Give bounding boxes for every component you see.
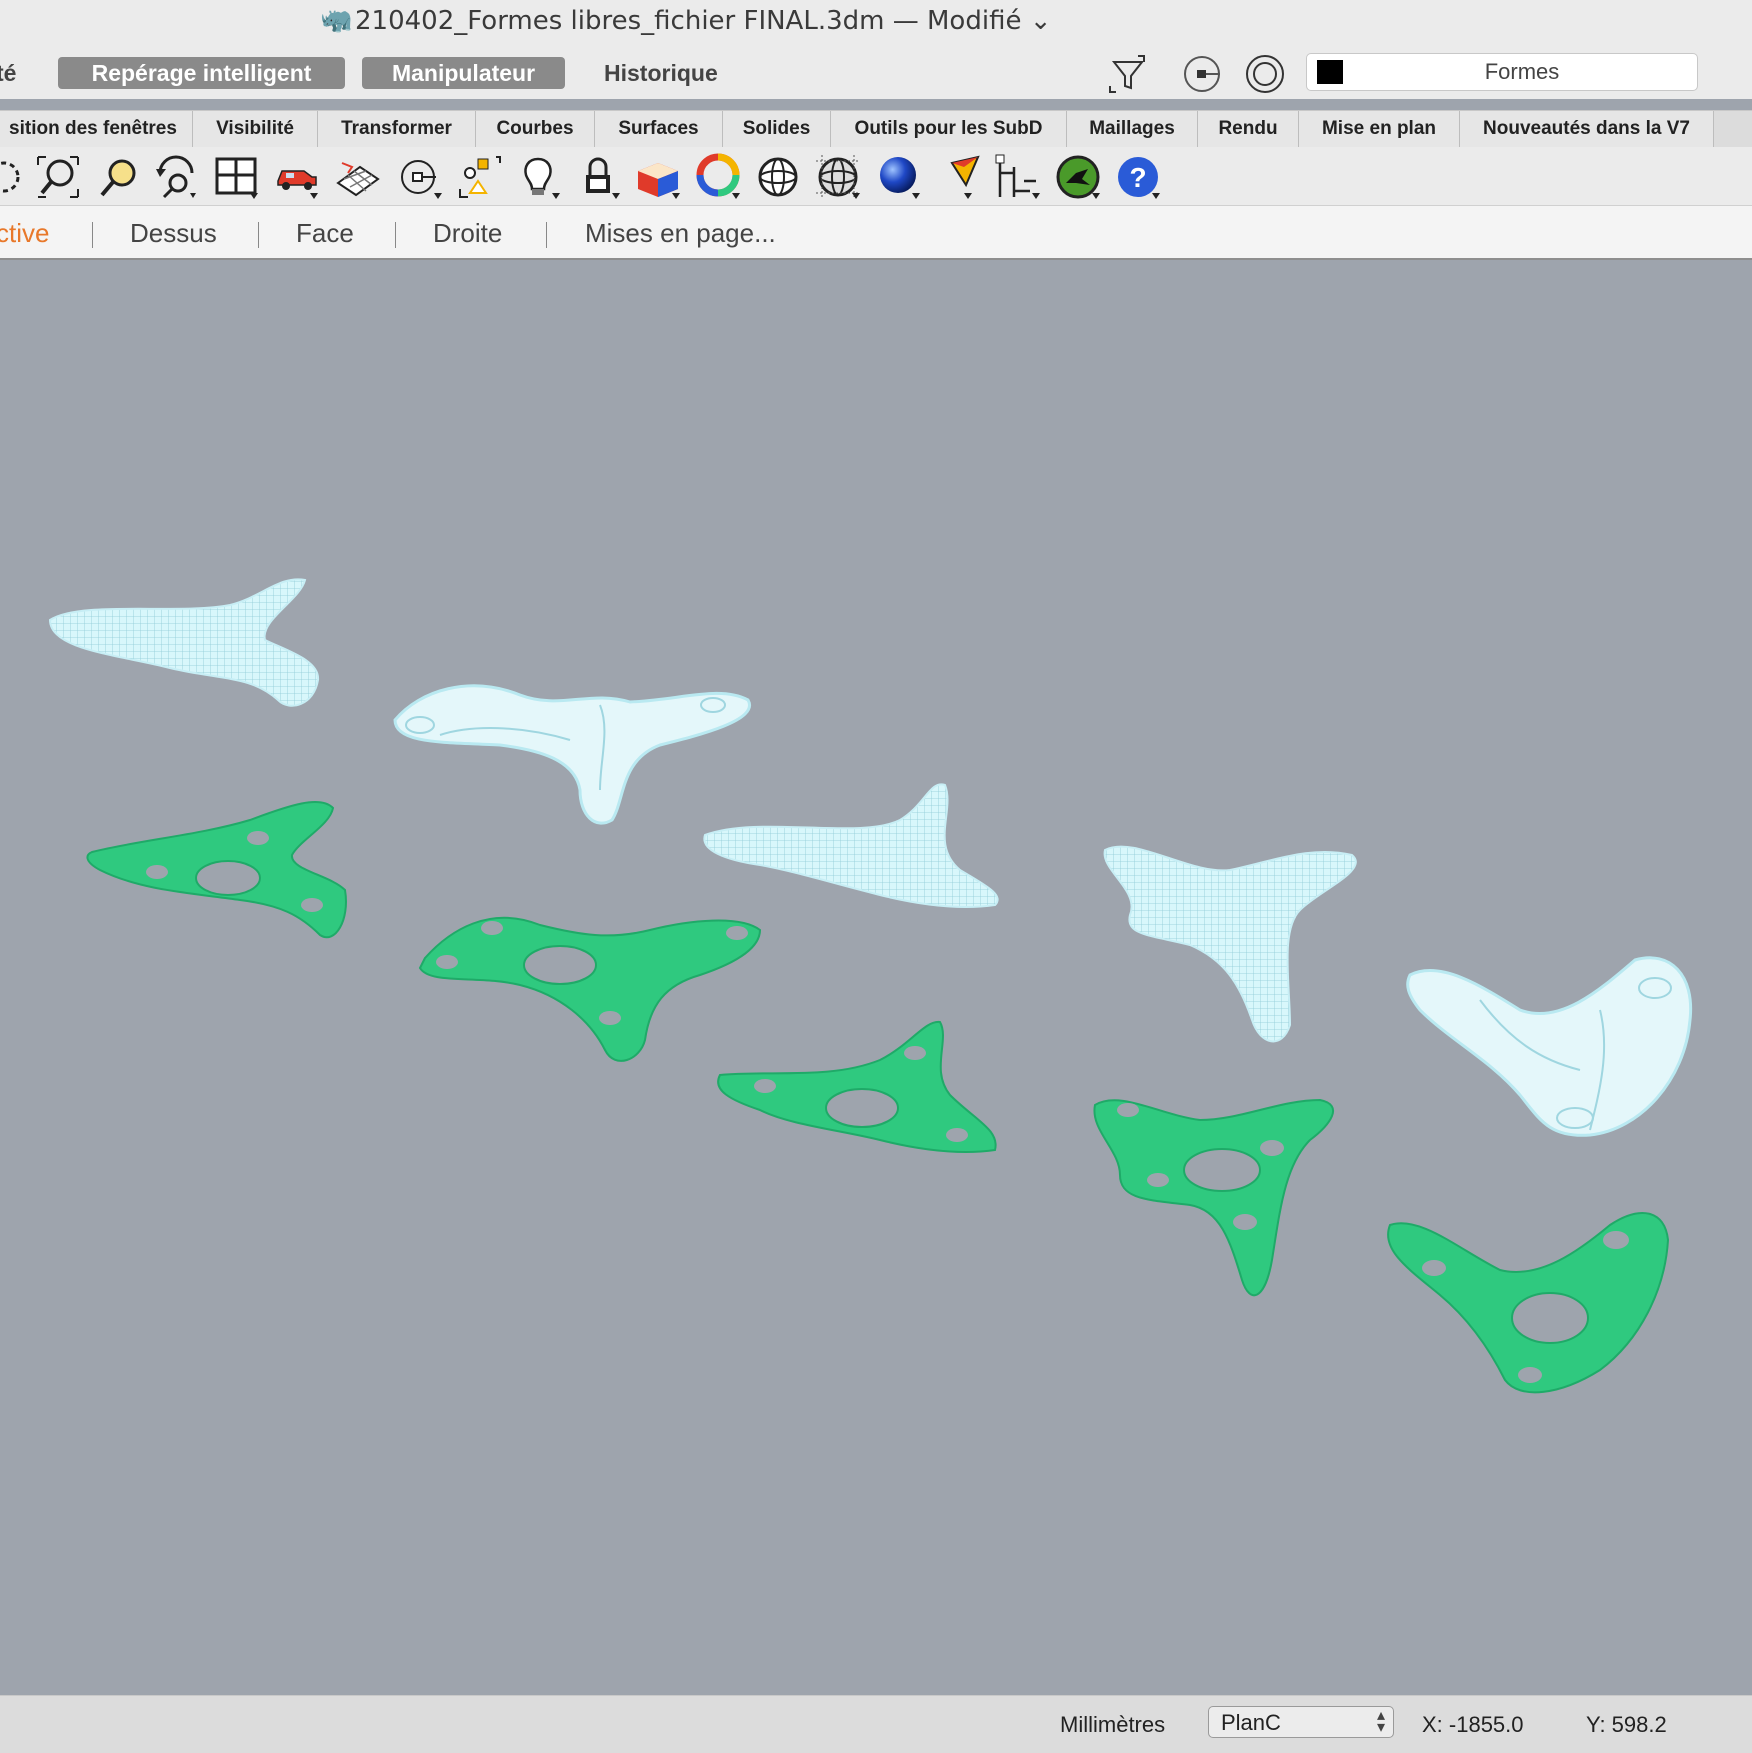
x-coordinate: X: -1855.0 [1422,1712,1524,1737]
tab-subd-tools[interactable]: Outils pour les SubD [831,111,1067,147]
boolean-box-icon[interactable] [634,153,682,201]
tab-solids[interactable]: Solides [723,111,831,147]
car-icon[interactable] [272,153,320,201]
layer-name: Formes [1484,59,1560,84]
history-button[interactable]: Historique [604,57,718,89]
cplane-value: PlanC [1221,1710,1281,1735]
solid-piece-5[interactable] [1387,1212,1670,1394]
view-separator [395,222,396,248]
surface-object-5[interactable] [1406,956,1693,1137]
top-toolbar: té Repérage intelligent Manipulateur His… [0,44,1752,99]
mesh-sphere-icon[interactable] [814,153,862,201]
tab-transform[interactable]: Transformer [318,111,476,147]
help-icon[interactable]: ? [1114,153,1162,201]
toolbar-tabs: sition des fenêtres Visibilité Transform… [0,110,1752,148]
view-tab-layouts[interactable]: Mises en page... [585,218,776,249]
gumball-button[interactable]: Manipulateur [362,57,565,89]
zoom-window-icon[interactable] [94,153,142,201]
solid-piece-3[interactable] [717,1020,997,1153]
circle-center-icon[interactable] [396,153,444,201]
title-bar: 🦏 210402_Formes libres_fichier FINAL.3dm… [0,0,1752,44]
cplane-dropdown[interactable]: PlanC ▴ ▾ [1208,1706,1394,1738]
title-chevron-icon: ⌄ [1029,6,1052,36]
filter-icon[interactable] [1106,52,1150,96]
surface-object-1[interactable] [48,578,320,707]
osnap-icon[interactable] [1180,52,1224,96]
svg-text:?: ? [1129,162,1146,193]
rhino-app-icon: 🦏 [320,4,353,34]
zoom-extents-icon[interactable] [34,153,82,201]
tab-curves[interactable]: Courbes [476,111,595,147]
smart-track-button[interactable]: Repérage intelligent [58,57,345,89]
view-tab-perspective[interactable]: ctive [0,218,49,249]
lightbulb-icon[interactable] [514,153,562,201]
grasshopper-icon[interactable] [1054,153,1102,201]
tab-meshes[interactable]: Maillages [1067,111,1198,147]
tab-surfaces[interactable]: Surfaces [595,111,723,147]
tab-render[interactable]: Rendu [1198,111,1299,147]
layer-color-swatch [1317,60,1343,84]
shapes-icon[interactable] [456,153,504,201]
viewport-layout-icon[interactable] [212,153,260,201]
layer-dropdown[interactable]: Formes [1306,53,1698,91]
surface-object-2[interactable] [393,684,752,825]
cone-pen-icon[interactable] [944,153,992,201]
command-toolbar: ? [0,147,1752,206]
wireframe-sphere-icon[interactable] [754,153,802,201]
updown-chevron-icon: ▴ ▾ [1376,1707,1385,1736]
surface-object-3[interactable] [703,783,999,908]
dimension-icon[interactable] [994,153,1042,201]
viewport-tabs: ctive Dessus Face Droite Mises en page..… [0,206,1752,260]
solid-piece-2[interactable] [418,916,762,1062]
view-tab-right[interactable]: Droite [433,218,502,249]
rotate-view-icon[interactable] [152,153,200,201]
view-tab-top[interactable]: Dessus [130,218,217,249]
y-coordinate: Y: 598.2 [1586,1712,1667,1737]
select-window-icon[interactable] [0,153,28,201]
toolbar-cut-label[interactable]: té [0,57,16,89]
solid-piece-4[interactable] [1093,1098,1334,1297]
color-wheel-icon[interactable] [694,153,742,201]
tab-new-in-v7[interactable]: Nouveautés dans la V7 [1460,111,1714,147]
tab-visibility[interactable]: Visibilité [193,111,318,147]
view-separator [546,222,547,248]
target-icon[interactable] [1243,52,1287,96]
surface-object-4[interactable] [1103,845,1357,1043]
perspective-viewport[interactable] [0,260,1752,1695]
solid-piece-1[interactable] [86,801,347,939]
status-bar: Millimètres PlanC ▴ ▾ X: -1855.0 Y: 598.2 [0,1695,1752,1753]
tab-viewport-layout[interactable]: sition des fenêtres [0,111,193,147]
view-separator [258,222,259,248]
view-separator [92,222,93,248]
window-title[interactable]: 210402_Formes libres_fichier FINAL.3dm —… [355,6,1052,36]
grid-perspective-icon[interactable] [334,153,382,201]
lock-icon[interactable] [574,153,622,201]
tab-drafting[interactable]: Mise en plan [1299,111,1460,147]
view-tab-front[interactable]: Face [296,218,354,249]
units-label[interactable]: Millimètres [1060,1712,1165,1738]
viewport-scene [48,578,1693,1394]
render-sphere-icon[interactable] [874,153,922,201]
